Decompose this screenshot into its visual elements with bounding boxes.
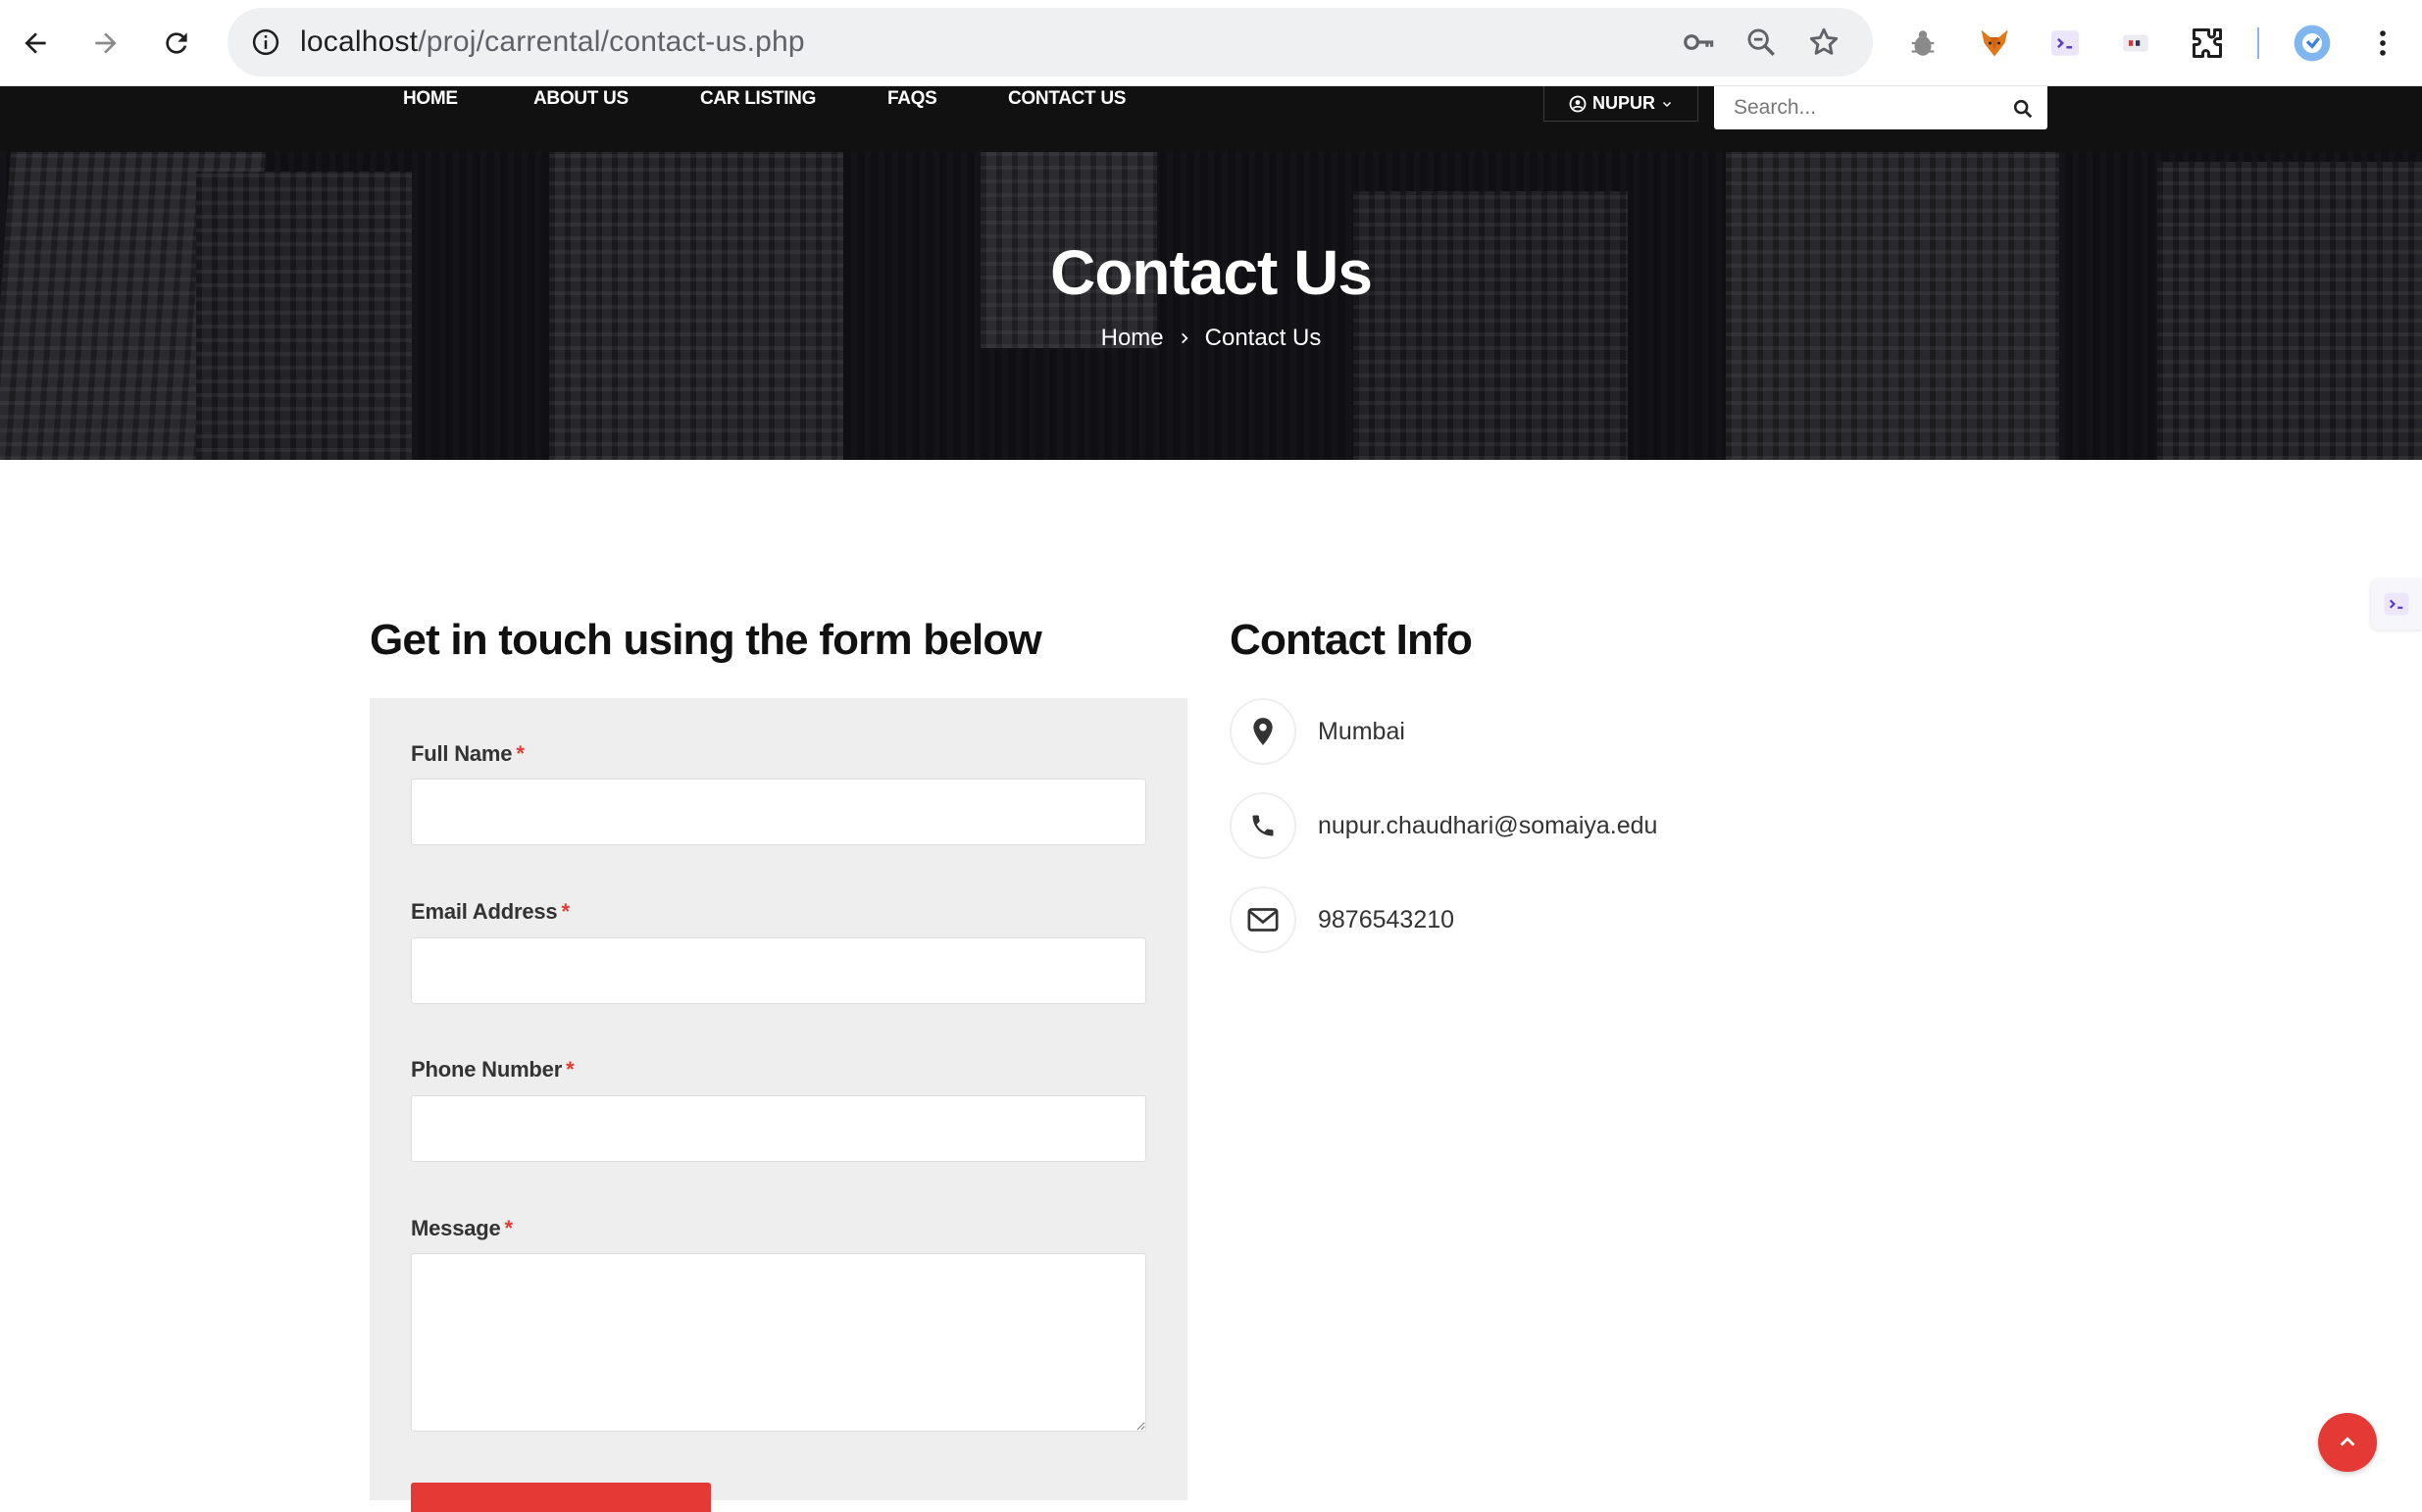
search-icon: [2013, 99, 2033, 119]
contact-info-phone: 9876543210: [1230, 885, 1454, 954]
page-title: Contact Us: [1050, 237, 1373, 308]
breadcrumb: Home Contact Us: [0, 325, 2422, 352]
arrow-right-icon: [95, 32, 117, 54]
nav-contact-us[interactable]: CONTACT US: [1008, 88, 1126, 110]
arrow-left-icon: [25, 32, 46, 54]
side-extension-widget[interactable]: [2371, 579, 2422, 630]
dev-extension-icon[interactable]: [2042, 20, 2089, 67]
contact-phone-link[interactable]: 9876543210: [1318, 906, 1454, 934]
url-host: localhost: [300, 25, 419, 58]
site-info-icon[interactable]: [245, 22, 286, 63]
phone-field[interactable]: [411, 1095, 1146, 1162]
contact-info-address: Mumbai: [1230, 697, 1405, 766]
email-label: Email Address *: [411, 899, 570, 925]
zoom-icon[interactable]: [1741, 22, 1782, 63]
phone-icon: [1230, 792, 1296, 859]
user-circle-icon: [1569, 95, 1587, 112]
map-pin-icon: [1230, 698, 1296, 765]
reload-icon: [166, 32, 187, 54]
nav-about-us[interactable]: ABOUT US: [533, 88, 629, 110]
user-name: NUPUR: [1591, 93, 1655, 113]
url-path: /proj/carrental/contact-us.php: [418, 25, 805, 58]
chevron-right-icon: [1181, 332, 1188, 344]
url-text[interactable]: localhost/proj/carrental/contact-us.php: [300, 25, 805, 59]
phone-label: Phone Number *: [411, 1057, 575, 1083]
back-to-top-button[interactable]: [2318, 1413, 2377, 1472]
full-name-field[interactable]: [411, 779, 1146, 845]
contact-info-heading: Contact Info: [1230, 616, 1473, 664]
address-bar[interactable]: localhost/proj/carrental/contact-us.php: [227, 8, 1873, 76]
chevron-up-icon: [2340, 1436, 2355, 1446]
chevron-down-icon: [1662, 101, 1672, 107]
search-input[interactable]: [1734, 86, 1998, 129]
site-search: [1714, 86, 2047, 129]
back-button[interactable]: [6, 14, 65, 73]
phone-label-text: Phone Number: [411, 1057, 563, 1082]
bookmark-star-icon[interactable]: [1803, 22, 1844, 63]
forward-button[interactable]: [76, 14, 135, 73]
profile-avatar-icon[interactable]: [2289, 20, 2336, 67]
contact-form: Full Name * Email Address * Phone Number * …: [370, 698, 1187, 1512]
submit-button[interactable]: [411, 1483, 711, 1512]
key-icon[interactable]: [1679, 22, 1720, 63]
extensions-puzzle-icon[interactable]: [2184, 20, 2231, 67]
message-label-text: Message: [411, 1216, 501, 1240]
envelope-icon: [1230, 886, 1296, 953]
email-field[interactable]: [411, 937, 1146, 1004]
required-mark: *: [504, 1216, 514, 1240]
search-button[interactable]: [2010, 96, 2036, 122]
message-field[interactable]: [411, 1253, 1146, 1432]
nav-faqs[interactable]: FAQS: [887, 88, 937, 110]
kebab-menu-icon[interactable]: [2359, 20, 2406, 67]
toolbar-divider: [2257, 27, 2259, 59]
nav-car-listing[interactable]: CAR LISTING: [700, 88, 816, 110]
full-name-label-text: Full Name: [411, 741, 513, 766]
contact-info-email: nupur.chaudhari@somaiya.edu: [1230, 791, 1657, 860]
full-name-label: Full Name *: [411, 741, 525, 767]
dev-extension-icon: [2384, 592, 2409, 616]
bug-extension-icon[interactable]: [1899, 20, 1946, 67]
email-label-text: Email Address: [411, 899, 558, 924]
message-label: Message *: [411, 1216, 513, 1241]
form-heading: Get in touch using the form below: [370, 616, 1042, 664]
nav-home[interactable]: HOME: [403, 88, 458, 110]
required-mark: *: [516, 741, 525, 766]
contact-email-link[interactable]: nupur.chaudhari@somaiya.edu: [1318, 812, 1657, 840]
site-navbar: HOME ABOUT US CAR LISTING FAQS CONTACT U…: [0, 86, 2422, 152]
contact-address-text: Mumbai: [1318, 717, 1405, 745]
user-menu[interactable]: NUPUR: [1543, 86, 1698, 122]
breadcrumb-current: Contact Us: [1204, 325, 1322, 351]
fox-extension-icon[interactable]: [1971, 20, 2018, 67]
required-mark: *: [561, 899, 570, 924]
ticket-extension-icon[interactable]: [2112, 20, 2159, 67]
breadcrumb-home[interactable]: Home: [1101, 325, 1164, 352]
required-mark: *: [566, 1057, 575, 1082]
reload-button[interactable]: [147, 14, 206, 73]
page-hero: Contact Us Home Contact Us: [0, 152, 2422, 460]
browser-toolbar: localhost/proj/carrental/contact-us.php: [0, 0, 2422, 86]
